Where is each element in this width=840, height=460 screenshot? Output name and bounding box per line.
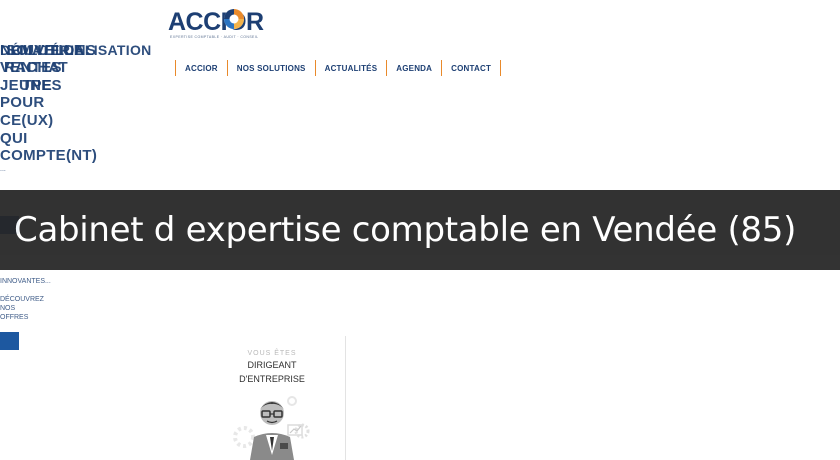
logo-text: ACCIOR bbox=[168, 8, 264, 36]
profile-title-line2: D'ENTREPRISE bbox=[239, 374, 305, 384]
nav-item-solutions[interactable]: NOS SOLUTIONS bbox=[226, 60, 315, 76]
business-manager-illustration-icon bbox=[233, 396, 310, 460]
main-nav: ACCIOR NOS SOLUTIONS ACTUALITÉS AGENDA C… bbox=[175, 60, 502, 76]
title-banner: Cabinet d expertise comptable en Vendée … bbox=[0, 190, 840, 270]
logo-emblem-icon bbox=[224, 9, 244, 29]
slide-caption-fragment: DÉCOUVREZ bbox=[0, 296, 44, 303]
slide-caption-fragment: OFFRES bbox=[0, 314, 29, 321]
slide-title: DÉMATÉRIALISATION bbox=[0, 42, 152, 58]
logo-tagline: EXPERTISE COMPTABLE · AUDIT · CONSEIL bbox=[170, 35, 259, 39]
nav-item-agenda[interactable]: AGENDA bbox=[386, 60, 441, 76]
slide-caption-fragment: INNOVANTES... bbox=[0, 278, 51, 285]
nav-item-contact[interactable]: CONTACT bbox=[441, 60, 502, 76]
page-title: Cabinet d expertise comptable en Vendée … bbox=[14, 210, 797, 250]
slide-title: RACHAT bbox=[4, 59, 69, 76]
column-divider bbox=[345, 336, 346, 460]
slide-title: POUR bbox=[0, 94, 45, 111]
slide-title: QUI bbox=[0, 130, 28, 147]
discover-offers-button[interactable] bbox=[0, 332, 19, 350]
slide-title: TPE bbox=[22, 77, 53, 94]
profile-title-line1: DIRIGEANT bbox=[247, 360, 297, 370]
slide-caption-fragment: ... bbox=[0, 166, 6, 173]
profile-pre-label: VOUS ÊTES bbox=[247, 350, 297, 357]
slide-caption-fragment: NOS bbox=[0, 305, 16, 312]
accior-logo[interactable]: ACCIOR EXPERTISE COMPTABLE · AUDIT · CON… bbox=[168, 6, 268, 40]
profile-card-dirigeant[interactable]: VOUS ÊTES DIRIGEANT D'ENTREPRISE bbox=[222, 350, 322, 385]
slide-title: CE(UX) bbox=[0, 112, 54, 129]
nav-item-accior[interactable]: ACCIOR bbox=[175, 60, 227, 76]
nav-item-actualites[interactable]: ACTUALITÉS bbox=[314, 60, 387, 76]
slide-title: COMPTE(NT) bbox=[0, 147, 98, 164]
